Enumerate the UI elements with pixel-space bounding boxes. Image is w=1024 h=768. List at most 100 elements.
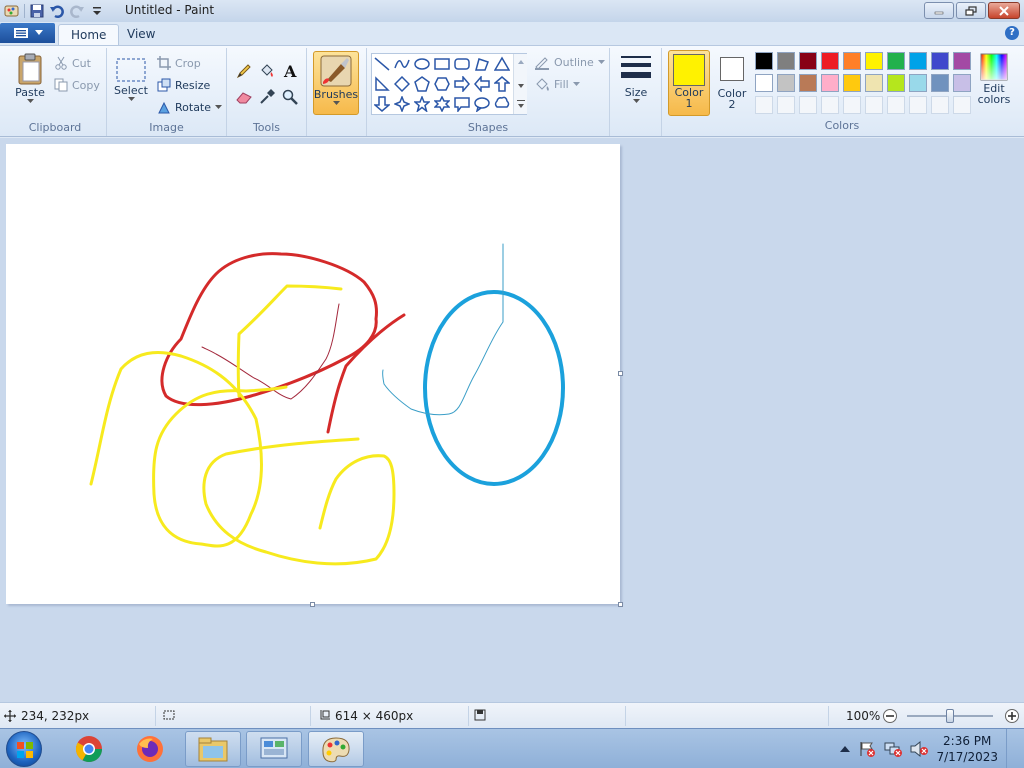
drawing-canvas[interactable] [6, 144, 620, 604]
diamond-shape-icon[interactable] [392, 74, 412, 94]
color-swatch[interactable] [887, 96, 905, 114]
rotate-button[interactable]: Rotate [157, 100, 223, 114]
left-arrow-shape-icon[interactable] [472, 74, 492, 94]
color-swatch[interactable] [953, 74, 971, 92]
hexagon-shape-icon[interactable] [432, 74, 452, 94]
right-triangle-shape-icon[interactable] [372, 74, 392, 94]
color-swatch[interactable] [931, 96, 949, 114]
color-swatch[interactable] [931, 52, 949, 70]
restore-button[interactable] [956, 2, 986, 19]
color-swatch[interactable] [887, 74, 905, 92]
pentagon-shape-icon[interactable] [412, 74, 432, 94]
fill-button[interactable]: Fill [534, 76, 580, 92]
close-button[interactable] [988, 2, 1020, 19]
action-center-flag-icon[interactable] [858, 741, 876, 757]
rounded-rectangle-shape-icon[interactable] [452, 54, 472, 74]
color-swatch[interactable] [755, 96, 773, 114]
color-swatch[interactable] [909, 52, 927, 70]
line-shape-icon[interactable] [372, 54, 392, 74]
paint-menu-button[interactable] [0, 23, 55, 43]
volume-muted-icon[interactable] [910, 741, 929, 757]
resize-handle-bottom[interactable] [310, 602, 315, 607]
tab-home[interactable]: Home [58, 24, 120, 45]
chrome-taskbar-icon[interactable] [61, 731, 117, 767]
rectangle-shape-icon[interactable] [432, 54, 452, 74]
outline-button[interactable]: Outline [534, 54, 605, 70]
cut-button[interactable]: Cut [54, 56, 91, 70]
up-arrow-shape-icon[interactable] [492, 74, 512, 94]
paint-taskbar-icon[interactable] [308, 731, 364, 767]
brushes-button[interactable]: Brushes [313, 51, 359, 115]
color-swatch[interactable] [821, 96, 839, 114]
shapes-scrollbar[interactable] [513, 54, 527, 114]
help-icon[interactable]: ? [1005, 26, 1019, 40]
color-swatch[interactable] [865, 74, 883, 92]
text-tool-icon[interactable]: A [279, 60, 300, 81]
rect-callout-shape-icon[interactable] [452, 94, 472, 114]
polygon-shape-icon[interactable] [472, 54, 492, 74]
magnifier-icon[interactable] [279, 86, 300, 107]
firefox-taskbar-icon[interactable] [122, 731, 178, 767]
cloud-callout-shape-icon[interactable] [492, 94, 512, 114]
color-swatch[interactable] [843, 74, 861, 92]
resize-handle-corner[interactable] [618, 602, 623, 607]
network-icon[interactable] [884, 741, 903, 757]
copy-button[interactable]: Copy [54, 78, 100, 92]
show-desktop-button[interactable] [1006, 729, 1016, 768]
color-swatch[interactable] [843, 52, 861, 70]
color-picker-icon[interactable] [256, 86, 277, 107]
file-explorer-taskbar-icon[interactable] [185, 731, 241, 767]
zoom-out-button[interactable] [882, 708, 898, 724]
six-point-star-shape-icon[interactable] [432, 94, 452, 114]
curve-shape-icon[interactable] [392, 54, 412, 74]
zoom-in-button[interactable] [1004, 708, 1020, 724]
minimize-button[interactable] [924, 2, 954, 19]
color-swatch[interactable] [799, 52, 817, 70]
color2-button[interactable]: Color 2 [712, 53, 752, 111]
size-button[interactable]: Size [618, 52, 654, 104]
color-swatch[interactable] [865, 52, 883, 70]
resize-button[interactable]: Resize [157, 78, 210, 92]
color-swatch[interactable] [799, 96, 817, 114]
color-swatch[interactable] [777, 52, 795, 70]
undo-icon[interactable] [49, 3, 65, 19]
color1-button[interactable]: Color 1 [668, 50, 710, 116]
four-point-star-shape-icon[interactable] [392, 94, 412, 114]
fill-bucket-icon[interactable] [256, 60, 277, 81]
eraser-icon[interactable] [233, 86, 254, 107]
color-swatch[interactable] [953, 52, 971, 70]
color-swatch[interactable] [953, 96, 971, 114]
color-swatch[interactable] [799, 74, 817, 92]
oval-callout-shape-icon[interactable] [472, 94, 492, 114]
right-arrow-shape-icon[interactable] [452, 74, 472, 94]
resize-handle-right[interactable] [618, 371, 623, 376]
select-button[interactable]: Select [111, 56, 151, 102]
color-swatch[interactable] [821, 52, 839, 70]
pencil-icon[interactable] [233, 60, 254, 81]
color-swatch[interactable] [931, 74, 949, 92]
paste-button[interactable]: Paste [10, 52, 50, 104]
triangle-shape-icon[interactable] [492, 54, 512, 74]
color-swatch[interactable] [887, 52, 905, 70]
paint-app-icon[interactable] [4, 3, 20, 19]
oval-shape-icon[interactable] [412, 54, 432, 74]
control-panel-taskbar-icon[interactable] [246, 731, 302, 767]
redo-icon[interactable] [69, 3, 85, 19]
save-icon[interactable] [29, 3, 45, 19]
crop-button[interactable]: Crop [157, 56, 201, 70]
customize-qat-icon[interactable] [89, 3, 105, 19]
five-point-star-shape-icon[interactable] [412, 94, 432, 114]
color-swatch[interactable] [777, 74, 795, 92]
color-swatch[interactable] [755, 74, 773, 92]
color-swatch[interactable] [821, 74, 839, 92]
show-hidden-icons[interactable] [840, 745, 851, 753]
color-swatch[interactable] [755, 52, 773, 70]
color-swatch[interactable] [909, 74, 927, 92]
edit-colors-button[interactable]: Edit colors [974, 52, 1014, 106]
tab-view[interactable]: View [115, 24, 167, 45]
down-arrow-shape-icon[interactable] [372, 94, 392, 114]
start-button[interactable] [6, 731, 42, 767]
zoom-slider-thumb[interactable] [946, 709, 954, 723]
color-swatch[interactable] [909, 96, 927, 114]
clock[interactable]: 2:36 PM 7/17/2023 [936, 733, 998, 765]
